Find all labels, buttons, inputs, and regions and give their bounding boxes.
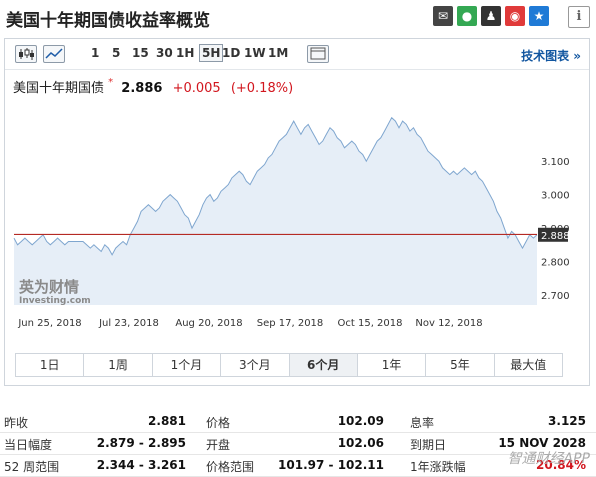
range-button-0[interactable]: 1日 xyxy=(16,354,85,376)
y-tick-label: 2.700 xyxy=(541,291,570,302)
stat-label: 息率 xyxy=(410,416,435,430)
last-price-tag-label: 2.888 xyxy=(541,231,570,242)
stats-row: 昨收 2.881 价格 102.09 息率 3.125 xyxy=(0,410,596,433)
range-button-7[interactable]: 最大值 xyxy=(494,354,562,376)
stat-value: 101.97 - 102.11 xyxy=(278,458,384,472)
area-fill xyxy=(14,117,537,305)
stat-value: 102.06 xyxy=(337,436,384,450)
stat-label: 到期日 xyxy=(410,438,447,452)
wechat-icon[interactable]: ● xyxy=(457,6,477,26)
qq-icon[interactable]: ♟ xyxy=(481,6,501,26)
envelope-icon[interactable]: ✉ xyxy=(433,6,453,26)
stat-label: 52 周范围 xyxy=(4,460,60,474)
range-button-1[interactable]: 1周 xyxy=(84,354,153,376)
range-button-3[interactable]: 3个月 xyxy=(221,354,290,376)
stat-label: 1年涨跌幅 xyxy=(410,460,466,474)
y-tick-label: 3.100 xyxy=(541,157,570,168)
stat-value: 2.879 - 2.895 xyxy=(96,436,186,450)
stat-label: 开盘 xyxy=(206,438,231,452)
stat-value: 102.09 xyxy=(337,414,384,428)
range-button-4[interactable]: 6个月 xyxy=(289,354,358,376)
info-button[interactable]: i xyxy=(568,6,590,28)
range-button-2[interactable]: 1个月 xyxy=(152,354,222,376)
range-button-6[interactable]: 5年 xyxy=(426,354,495,376)
stat-label: 昨收 xyxy=(4,416,29,430)
x-tick-label: Jun 25, 2018 xyxy=(17,318,81,329)
chart-panel: 1 5 15 30 1H 5H 1D 1W 1M 技术图表 » 美国十年期国债 * 2.886 … xyxy=(4,38,590,386)
header: 美国十年期国债收益率概览 ✉ ● ♟ ◉ ★ i xyxy=(0,0,596,34)
share-toolbar: ✉ ● ♟ ◉ ★ xyxy=(433,6,549,26)
stat-label: 价格 xyxy=(206,416,231,430)
page-title: 美国十年期国债收益率概览 xyxy=(6,11,210,31)
stat-value: 2.881 xyxy=(148,414,186,428)
y-tick-label: 2.800 xyxy=(541,258,570,269)
stat-label: 价格范围 xyxy=(206,460,255,474)
x-tick-label: Aug 20, 2018 xyxy=(175,318,242,329)
x-tick-label: Jul 23, 2018 xyxy=(98,318,159,329)
app-watermark: 智通财经APP xyxy=(507,451,590,467)
stat-label: 当日幅度 xyxy=(4,438,53,452)
x-tick-label: Sep 17, 2018 xyxy=(257,318,324,329)
stat-value: 2.344 - 3.261 xyxy=(96,458,186,472)
star-icon[interactable]: ★ xyxy=(529,6,549,26)
investing-logo: 英为财情 xyxy=(19,278,79,296)
yield-chart[interactable]: 3.1003.0002.9002.8002.7002.888Jun 25, 20… xyxy=(5,39,589,329)
investing-logo-sub: Investing.com xyxy=(19,296,91,306)
range-selector: 1日 1周 1个月 3个月 6个月 1年 5年 最大值 xyxy=(15,353,563,377)
range-button-5[interactable]: 1年 xyxy=(357,354,427,376)
weibo-icon[interactable]: ◉ xyxy=(505,6,525,26)
stat-value: 3.125 xyxy=(548,414,586,428)
x-tick-label: Oct 15, 2018 xyxy=(338,318,403,329)
x-tick-label: Nov 12, 2018 xyxy=(415,318,482,329)
y-tick-label: 3.000 xyxy=(541,191,570,202)
